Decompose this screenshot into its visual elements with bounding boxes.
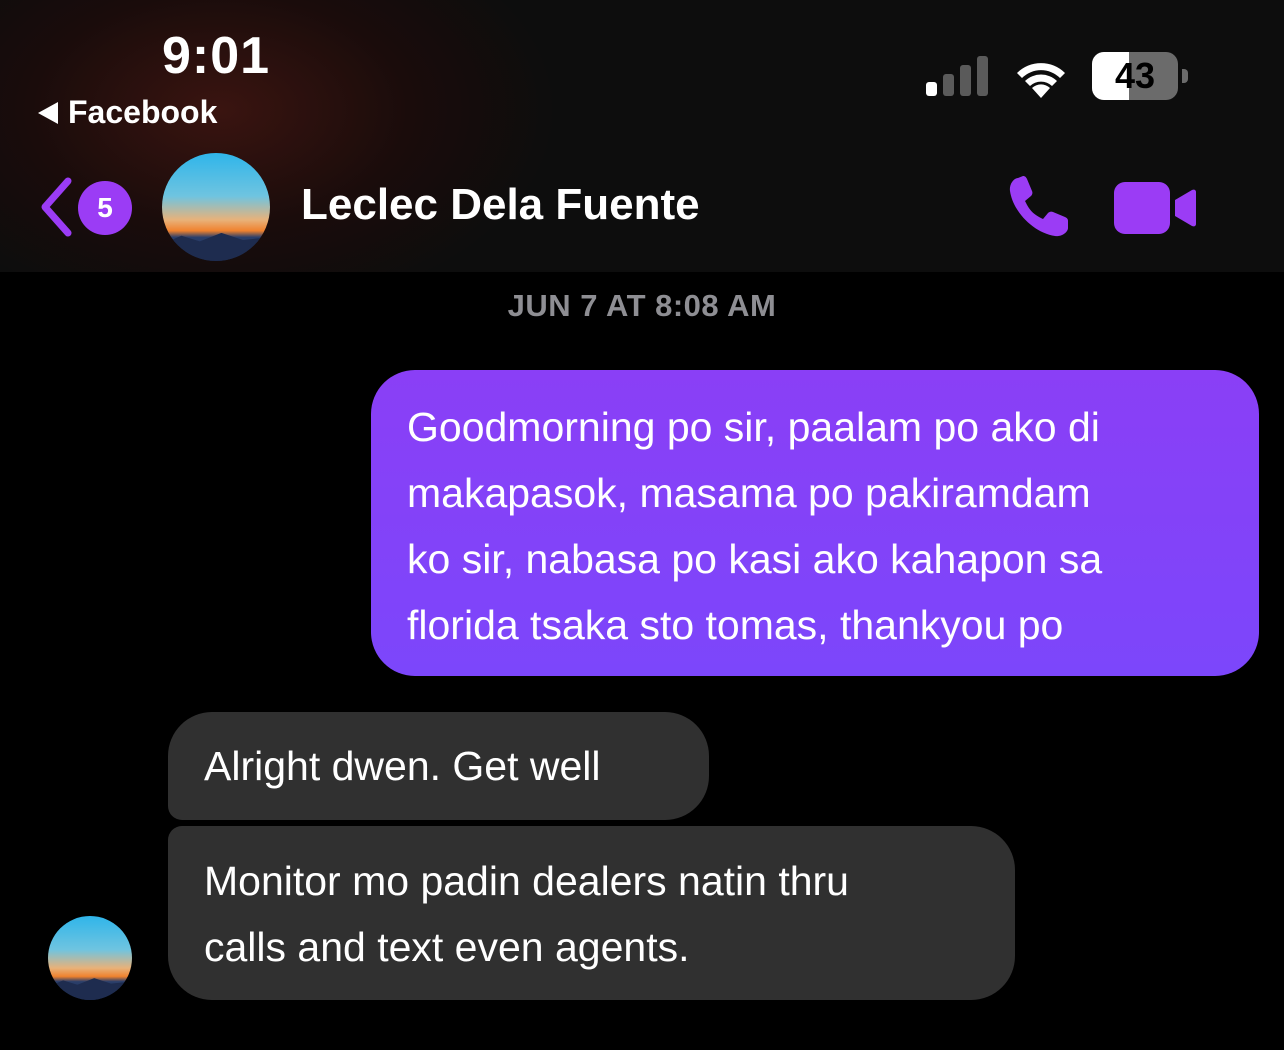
incoming-message-bubble[interactable]: Monitor mo padin dealers natin thru call… [168, 826, 1015, 1000]
cellular-signal-icon [926, 56, 988, 96]
message-text: Monitor mo padin dealers natin thru call… [204, 858, 849, 970]
battery-nub [1182, 69, 1188, 83]
back-triangle-icon [38, 101, 58, 124]
contact-name[interactable]: Leclec Dela Fuente [301, 180, 700, 230]
battery-indicator: 43 [1092, 52, 1188, 100]
message-text: Alright dwen. Get well [204, 743, 601, 789]
avatar-mountain-shape [162, 232, 270, 261]
outgoing-message-bubble[interactable]: Goodmorning po sir, paalam po ako di mak… [371, 370, 1259, 676]
unread-count-badge[interactable]: 5 [78, 181, 132, 235]
incoming-message-bubble[interactable]: Alright dwen. Get well [168, 712, 709, 820]
status-time: 9:01 [162, 27, 271, 85]
message-text: Goodmorning po sir, paalam po ako di mak… [407, 404, 1103, 648]
video-call-icon[interactable] [1114, 182, 1196, 234]
battery-body: 43 [1092, 52, 1178, 100]
wifi-icon [1017, 63, 1065, 98]
message-timestamp: JUN 7 AT 8:08 AM [507, 288, 777, 323]
avatar-mountain-shape [48, 978, 132, 1000]
contact-avatar[interactable] [162, 153, 270, 261]
battery-level: 43 [1114, 55, 1156, 96]
phone-call-icon[interactable] [1006, 174, 1076, 240]
header-area: 9:01 Facebook 43 5 Leclec Dela Fuente [0, 0, 1284, 272]
back-to-app-button[interactable]: Facebook [38, 94, 217, 131]
sender-avatar[interactable] [48, 916, 132, 1000]
back-to-app-label: Facebook [68, 94, 218, 130]
back-chevron-icon[interactable] [38, 176, 74, 238]
